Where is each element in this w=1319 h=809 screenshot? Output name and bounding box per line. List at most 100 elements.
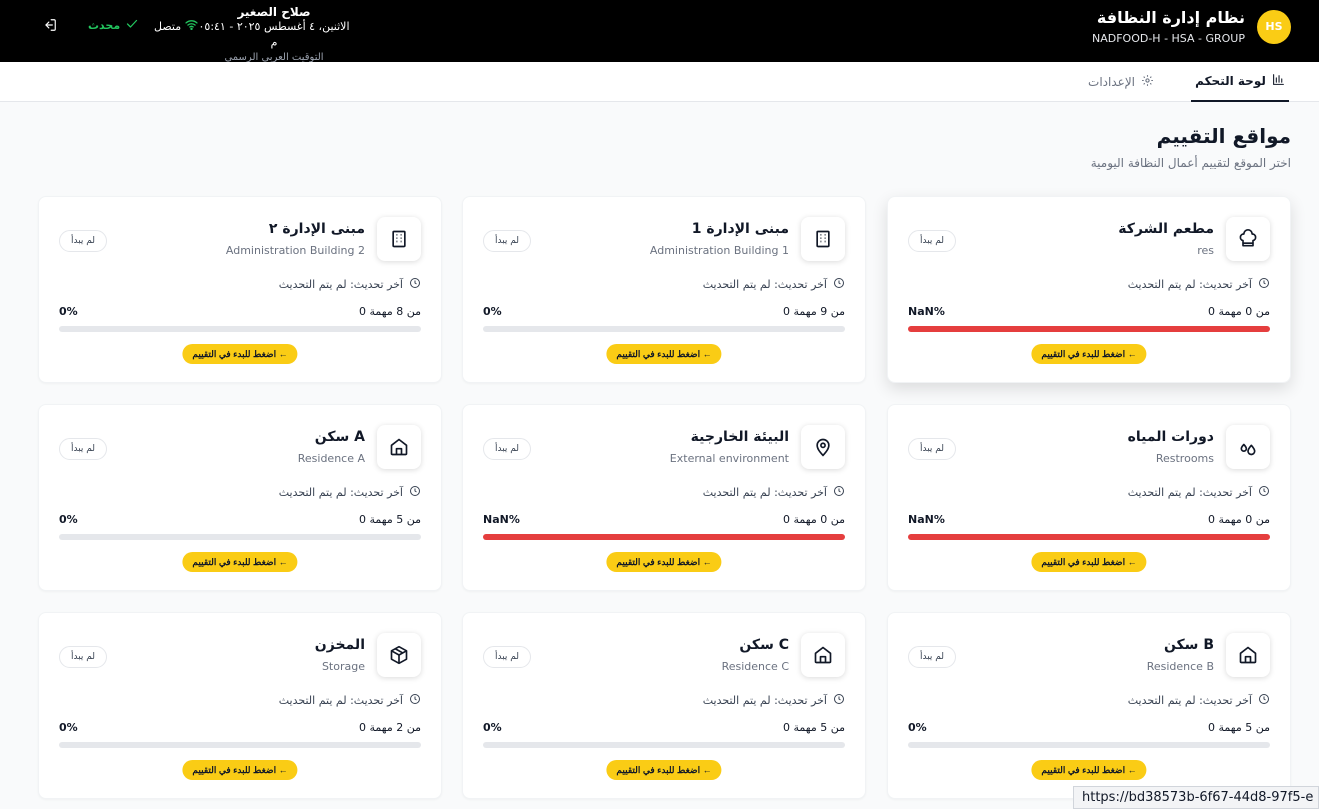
location-card[interactable]: مبنى الإدارة 1 Administration Building 1 ل… — [462, 196, 866, 383]
home-icon — [801, 633, 845, 677]
location-card[interactable]: البيئة الخارجية External environment لم يب… — [462, 404, 866, 591]
start-evaluation-button[interactable]: اضغط للبدء في التقييم ← — [182, 344, 298, 364]
last-update: آخر تحديث: لم يتم التحديث — [703, 693, 845, 708]
progress-percent: 0% — [483, 305, 502, 318]
last-update-label: آخر تحديث: لم يتم التحديث — [278, 694, 403, 707]
location-card[interactable]: سكن A Residence A لم يبدأ آخر تحديث: لم يتم… — [38, 404, 442, 591]
connection-status: متصل — [154, 19, 198, 33]
logout-icon[interactable] — [43, 17, 59, 33]
location-name: دورات المياه — [1127, 429, 1214, 445]
last-update-label: آخر تحديث: لم يتم التحديث — [702, 278, 827, 291]
start-evaluation-button[interactable]: اضغط للبدء في التقييم ← — [606, 344, 722, 364]
location-card[interactable]: سكن B Residence B لم يبدأ آخر تحديث: لم يتم… — [887, 612, 1291, 799]
user-info: صلاح الصغير الاثنين، ٤ أغسطس ٢٠٢٥ - ٠٥:٤… — [194, 5, 354, 65]
connection-label: متصل — [154, 19, 182, 33]
location-card[interactable]: مطعم الشركة res لم يبدأ آخر تحديث: لم يتم ا… — [887, 196, 1291, 383]
clock-icon — [409, 485, 421, 500]
start-evaluation-button[interactable]: اضغط للبدء في التقييم ← — [606, 760, 722, 780]
location-name-en: Residence A — [297, 452, 365, 465]
task-count: 0 من 2 مهمة — [359, 721, 421, 734]
avatar[interactable]: HS — [1257, 9, 1291, 44]
location-card[interactable]: المخزن Storage لم يبدأ آخر تحديث: لم يتم ال… — [38, 612, 442, 799]
progress-percent: 0% — [483, 721, 502, 734]
bar-chart-icon — [1272, 73, 1285, 89]
location-name: البيئة الخارجية — [690, 429, 789, 445]
status-bar-url: https://bd38573b-6f67-44d8-97f5-e — [1073, 786, 1319, 809]
progress-fill — [908, 326, 1270, 332]
wifi-icon — [185, 19, 198, 33]
tab-settings-label: الإعدادات — [1088, 75, 1135, 89]
task-count: 0 من 5 مهمة — [783, 721, 845, 734]
check-icon — [126, 19, 138, 32]
status-badge: لم يبدأ — [908, 438, 956, 460]
chef-hat-icon — [1226, 217, 1270, 261]
last-update-label: آخر تحديث: لم يتم التحديث — [702, 486, 827, 499]
last-update-label: آخر تحديث: لم يتم التحديث — [1127, 278, 1252, 291]
location-name: المخزن — [314, 637, 365, 653]
user-name: صلاح الصغير — [237, 5, 311, 19]
progress-bar — [59, 534, 421, 540]
task-count: 0 من 5 مهمة — [1208, 721, 1270, 734]
location-name-en: Administration Building 2 — [225, 244, 365, 257]
location-name: سكن C — [739, 637, 789, 653]
start-evaluation-button[interactable]: اضغط للبدء في التقييم ← — [182, 760, 298, 780]
progress-bar — [483, 534, 845, 540]
clock-icon — [833, 277, 845, 292]
start-evaluation-button[interactable]: اضغط للبدء في التقييم ← — [1031, 344, 1147, 364]
last-update: آخر تحديث: لم يتم التحديث — [279, 277, 421, 292]
start-evaluation-button[interactable]: اضغط للبدء في التقييم ← — [1031, 760, 1147, 780]
task-count: 0 من 0 مهمة — [1208, 305, 1270, 318]
progress-fill — [483, 534, 845, 540]
page-subtitle: اختر الموقع لتقييم أعمال النظافة اليومية — [1090, 156, 1291, 170]
sync-label: محدث — [88, 19, 121, 32]
start-evaluation-button[interactable]: اضغط للبدء في التقييم ← — [182, 552, 298, 572]
tab-dashboard[interactable]: لوحة التحكم — [1191, 62, 1289, 102]
brand: HS نظام إدارة النظافة NADFOOD-H - HSA - … — [1092, 8, 1291, 45]
last-update: آخر تحديث: لم يتم التحديث — [1128, 277, 1270, 292]
progress-bar — [483, 326, 845, 332]
location-name-en: Restrooms — [1155, 452, 1214, 465]
status-badge: لم يبدأ — [59, 438, 107, 460]
building-icon — [377, 217, 421, 261]
start-evaluation-button[interactable]: اضغط للبدء في التقييم ← — [606, 552, 722, 572]
tab-settings[interactable]: الإعدادات — [1088, 62, 1154, 102]
location-card[interactable]: مبنى الإدارة ٢ Administration Building 2 ل… — [38, 196, 442, 383]
last-update-label: آخر تحديث: لم يتم التحديث — [278, 486, 403, 499]
status-badge: لم يبدأ — [483, 230, 531, 252]
tab-dashboard-label: لوحة التحكم — [1195, 74, 1266, 88]
location-name: مبنى الإدارة 1 — [691, 221, 789, 237]
clock-icon — [833, 693, 845, 708]
current-datetime: الاثنين، ٤ أغسطس ٢٠٢٥ - ٠٥:٤١ م — [198, 20, 350, 49]
location-name: مطعم الشركة — [1118, 221, 1214, 237]
location-name: سكن A — [314, 429, 365, 445]
last-update: آخر تحديث: لم يتم التحديث — [279, 485, 421, 500]
task-count: 0 من 8 مهمة — [359, 305, 421, 318]
last-update-label: آخر تحديث: لم يتم التحديث — [1127, 694, 1252, 707]
sync-status: محدث — [88, 19, 138, 32]
location-name-en: External environment — [669, 452, 789, 465]
home-icon — [377, 425, 421, 469]
location-card[interactable]: سكن C Residence C لم يبدأ آخر تحديث: لم يتم… — [462, 612, 866, 799]
building-icon — [801, 217, 845, 261]
progress-percent: 0% — [59, 721, 78, 734]
status-badge: لم يبدأ — [908, 646, 956, 668]
gear-icon — [1141, 74, 1154, 90]
tab-bar: لوحة التحكم الإعدادات — [0, 62, 1319, 102]
progress-bar — [908, 742, 1270, 748]
last-update-label: آخر تحديث: لم يتم التحديث — [278, 278, 403, 291]
location-card[interactable]: دورات المياه Restrooms لم يبدأ آخر تحديث: ل… — [887, 404, 1291, 591]
location-name-en: res — [1197, 244, 1214, 257]
task-count: 0 من 0 مهمة — [783, 513, 845, 526]
last-update: آخر تحديث: لم يتم التحديث — [1128, 693, 1270, 708]
last-update: آخر تحديث: لم يتم التحديث — [703, 277, 845, 292]
last-update-label: آخر تحديث: لم يتم التحديث — [702, 694, 827, 707]
progress-fill — [908, 534, 1270, 540]
progress-percent: NaN% — [908, 305, 945, 318]
droplets-icon — [1226, 425, 1270, 469]
progress-percent: NaN% — [908, 513, 945, 526]
start-evaluation-button[interactable]: اضغط للبدء في التقييم ← — [1031, 552, 1147, 572]
clock-icon — [409, 693, 421, 708]
progress-percent: 0% — [59, 513, 78, 526]
location-name-en: Residence B — [1146, 660, 1214, 673]
package-icon — [377, 633, 421, 677]
